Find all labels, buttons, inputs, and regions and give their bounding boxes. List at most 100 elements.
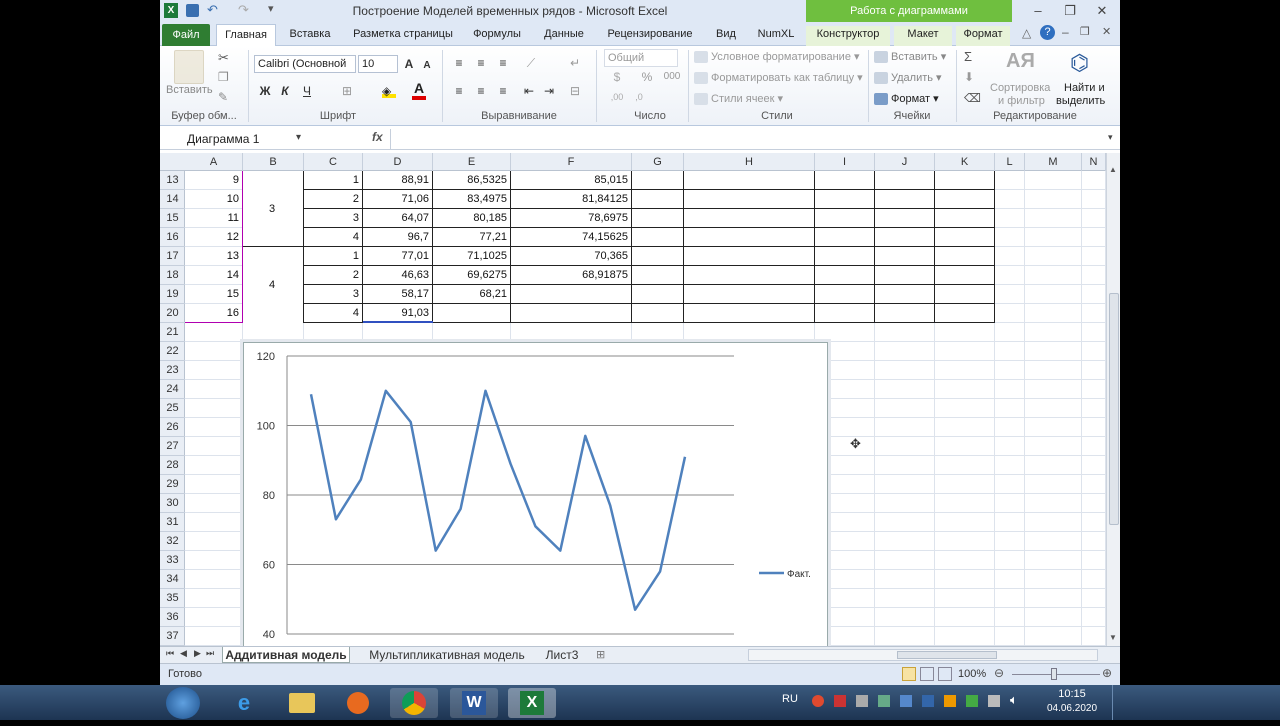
currency-format-icon[interactable]: $ — [608, 68, 626, 86]
row-header[interactable]: 15 — [160, 209, 185, 228]
row-header[interactable]: 27 — [160, 437, 185, 456]
help-icon[interactable]: ? — [1040, 25, 1055, 40]
scroll-down-icon[interactable]: ▼ — [1109, 633, 1117, 642]
tray-security-icon[interactable] — [966, 695, 978, 707]
table-cell[interactable]: 83,4975 — [433, 190, 510, 209]
tray-media-icon[interactable] — [944, 695, 956, 707]
format-cells-button[interactable]: Формат ▾ — [874, 92, 939, 105]
table-cell[interactable]: 58,17 — [363, 285, 432, 304]
minimize-ribbon-icon[interactable]: △ — [1022, 26, 1031, 40]
table-cell[interactable]: 2 — [304, 190, 362, 209]
cell-styles-button[interactable]: Стили ячеек ▾ — [694, 92, 783, 105]
column-header[interactable]: C — [304, 153, 363, 171]
align-bottom-icon[interactable]: ≡ — [494, 54, 512, 72]
table-cell[interactable]: 68,91875 — [511, 266, 631, 285]
expand-formula-bar-icon[interactable]: ▾ — [1108, 132, 1113, 143]
row-header[interactable]: 35 — [160, 589, 185, 608]
table-cell[interactable]: 71,1025 — [433, 247, 510, 266]
sort-filter-button-label2[interactable]: и фильтр — [998, 95, 1045, 107]
table-cell[interactable]: 1 — [304, 247, 362, 266]
tab-numxl[interactable]: NumXL — [752, 26, 800, 46]
decrease-indent-icon[interactable]: ⇤ — [520, 82, 538, 100]
table-cell[interactable]: 69,6275 — [433, 266, 510, 285]
first-sheet-icon[interactable]: ⏮ — [166, 648, 174, 659]
align-middle-icon[interactable]: ≡ — [472, 54, 490, 72]
italic-button[interactable]: К — [276, 82, 294, 100]
show-desktop-button[interactable] — [1112, 685, 1120, 720]
table-cell[interactable]: 70,365 — [511, 247, 631, 266]
file-explorer-icon[interactable] — [278, 688, 326, 718]
row-header[interactable]: 13 — [160, 171, 185, 190]
cut-icon[interactable]: ✂ — [218, 50, 229, 66]
tray-update-icon[interactable] — [900, 695, 912, 707]
column-header[interactable]: A — [185, 153, 243, 171]
table-cell[interactable]: 88,91 — [363, 171, 432, 190]
underline-button[interactable]: Ч — [298, 82, 316, 100]
scroll-up-icon[interactable]: ▲ — [1109, 165, 1117, 174]
sort-filter-icon[interactable]: AЯ — [1006, 50, 1030, 76]
fill-icon[interactable]: ⬇ — [964, 70, 974, 84]
row-header[interactable]: 26 — [160, 418, 185, 437]
merged-cell[interactable]: 3 — [243, 171, 304, 247]
table-cell[interactable]: 71,06 — [363, 190, 432, 209]
word-icon[interactable]: W — [450, 688, 498, 718]
font-name-select[interactable]: Calibri (Основной — [254, 55, 356, 73]
orientation-icon[interactable]: ⟋ — [522, 54, 540, 72]
tab-view[interactable]: Вид — [710, 26, 742, 46]
align-left-icon[interactable]: ≡ — [450, 82, 468, 100]
table-cell[interactable]: 64,07 — [363, 209, 432, 228]
column-header[interactable]: G — [632, 153, 684, 171]
sheet-tab-additive[interactable]: Аддитивная модель — [222, 647, 350, 663]
workbook-restore-icon[interactable]: ❐ — [1080, 25, 1090, 38]
formula-input[interactable] — [390, 129, 1106, 149]
zoom-in-icon[interactable]: ⊕ — [1102, 666, 1112, 680]
column-header[interactable]: M — [1025, 153, 1082, 171]
row-header[interactable]: 32 — [160, 532, 185, 551]
row-header[interactable]: 33 — [160, 551, 185, 570]
last-sheet-icon[interactable]: ⏭ — [206, 648, 214, 659]
tab-chart-layout[interactable]: Макет — [894, 26, 952, 46]
row-header[interactable]: 29 — [160, 475, 185, 494]
row-header[interactable]: 31 — [160, 513, 185, 532]
tab-review[interactable]: Рецензирование — [600, 26, 700, 46]
merged-cell[interactable]: 4 — [243, 247, 304, 323]
bold-button[interactable]: Ж — [256, 82, 274, 100]
paste-icon[interactable] — [174, 50, 204, 84]
excel-taskbar-icon[interactable]: X — [508, 688, 556, 718]
horizontal-scrollbar[interactable] — [748, 649, 1098, 661]
table-cell[interactable]: 3 — [304, 285, 362, 304]
column-header[interactable]: L — [995, 153, 1025, 171]
table-cell[interactable]: 13 — [185, 247, 242, 266]
row-header[interactable]: 25 — [160, 399, 185, 418]
table-cell[interactable]: 2 — [304, 266, 362, 285]
row-header[interactable]: 16 — [160, 228, 185, 247]
table-cell[interactable]: 81,84125 — [511, 190, 631, 209]
row-header[interactable]: 22 — [160, 342, 185, 361]
align-center-icon[interactable]: ≡ — [472, 82, 490, 100]
column-header[interactable]: J — [875, 153, 935, 171]
row-header[interactable]: 21 — [160, 323, 185, 342]
thousands-separator-button[interactable]: 000 — [660, 68, 684, 86]
column-header[interactable]: B — [243, 153, 304, 171]
column-header[interactable]: I — [815, 153, 875, 171]
number-format-select[interactable]: Общий — [604, 49, 678, 67]
restore-icon[interactable]: ❐ — [1058, 2, 1082, 20]
horizontal-scroll-thumb[interactable] — [897, 651, 997, 659]
table-cell[interactable]: 3 — [304, 209, 362, 228]
tray-tool-icon[interactable] — [856, 695, 868, 707]
table-cell[interactable]: 80,185 — [433, 209, 510, 228]
clock-time[interactable]: 10:15 — [1044, 688, 1100, 700]
tab-insert[interactable]: Вставка — [284, 26, 336, 46]
chart-object[interactable]: 120100806040Факт. — [243, 342, 828, 652]
find-select-button-label2[interactable]: выделить — [1056, 95, 1105, 107]
table-cell[interactable]: 78,6975 — [511, 209, 631, 228]
table-cell[interactable]: 74,15625 — [511, 228, 631, 247]
borders-icon[interactable]: ⊞ — [338, 82, 356, 100]
close-icon[interactable]: ✕ — [1090, 2, 1114, 20]
table-cell[interactable]: 46,63 — [363, 266, 432, 285]
new-sheet-icon[interactable]: ⊞ — [596, 648, 605, 661]
line-chart[interactable]: 120100806040Факт. — [244, 343, 829, 653]
table-cell[interactable]: 12 — [185, 228, 242, 247]
table-cell[interactable]: 10 — [185, 190, 242, 209]
find-binoculars-icon[interactable]: ⌬ — [1070, 50, 1089, 76]
